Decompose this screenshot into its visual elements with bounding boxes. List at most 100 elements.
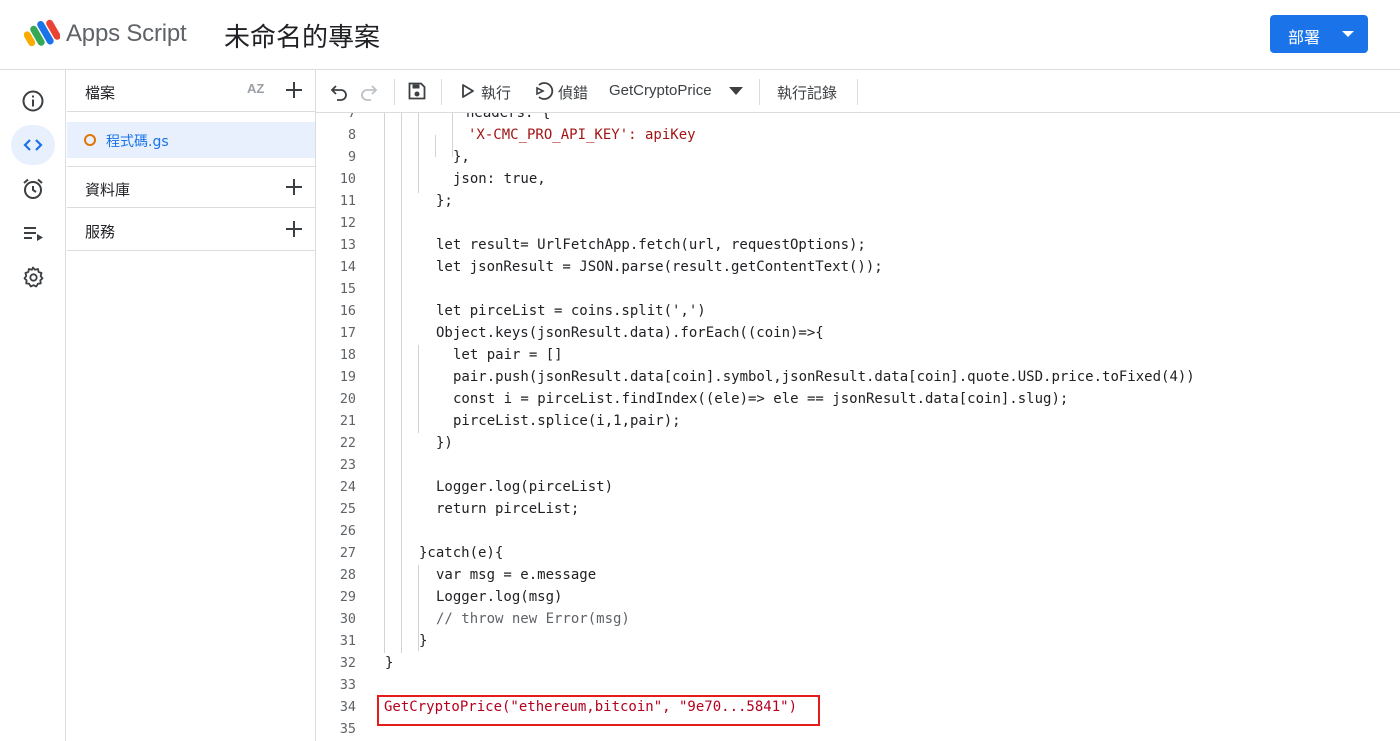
line-number: 29	[339, 590, 356, 605]
alarm-icon	[23, 178, 43, 199]
run-play-icon[interactable]	[460, 80, 476, 102]
debug-icon[interactable]	[534, 80, 556, 102]
line-number: 20	[339, 392, 356, 407]
code-text: let jsonResult = JSON.parse(result.getCo…	[436, 259, 883, 275]
line-number: 31	[339, 634, 356, 649]
save-icon[interactable]	[406, 80, 428, 102]
libraries-section-header[interactable]: 資料庫	[67, 166, 315, 208]
code-text: };	[436, 193, 453, 209]
libraries-title: 資料庫	[85, 181, 131, 199]
line-number: 19	[339, 370, 356, 385]
toolbar-divider	[759, 79, 760, 105]
code-line: 16 let pirceList = coins.split(',')	[316, 301, 1400, 323]
line-number: 35	[339, 722, 356, 737]
code-text: }catch(e){	[419, 545, 504, 561]
code-text: }	[385, 655, 394, 671]
sort-az-icon[interactable]: AZ	[247, 81, 269, 103]
code-line: 9 },	[316, 147, 1400, 169]
line-number: 32	[339, 656, 356, 671]
code-line: 32 }	[316, 653, 1400, 675]
code-text: headers: {	[466, 113, 551, 121]
code-text: pair.push(jsonResult.data[coin].symbol,j…	[453, 369, 1195, 385]
code-text: Object.keys(jsonResult.data).forEach((co…	[436, 325, 824, 341]
file-modified-dot-icon	[84, 134, 96, 146]
code-text: // throw new Error(msg)	[436, 611, 630, 627]
run-button[interactable]: 執行	[481, 82, 511, 103]
code-text: return pirceList;	[436, 501, 580, 517]
code-text: },	[453, 149, 470, 165]
code-line: 30 // throw new Error(msg)	[316, 609, 1400, 631]
files-panel: 檔案 AZ 程式碼.gs 資料庫 服務	[67, 70, 316, 741]
line-number: 10	[339, 172, 356, 187]
project-title[interactable]: 未命名的專案	[224, 17, 380, 54]
file-name: 程式碼.gs	[106, 134, 169, 150]
debug-button[interactable]: 偵錯	[558, 82, 588, 103]
line-number: 30	[339, 612, 356, 627]
deploy-button[interactable]: 部署	[1270, 15, 1368, 53]
add-library-plus-icon[interactable]	[283, 176, 305, 198]
redo-icon[interactable]	[358, 80, 380, 102]
services-section-header[interactable]: 服務	[67, 209, 315, 251]
executions-icon	[24, 227, 43, 241]
code-line: 23	[316, 455, 1400, 477]
code-editor[interactable]: 7 headers: { 8 'X-CMC_PRO_API_KEY': apiK…	[316, 113, 1400, 741]
code-text: })	[436, 435, 453, 451]
code-line: 24 Logger.log(pirceList)	[316, 477, 1400, 499]
code-line: 28 var msg = e.message	[316, 565, 1400, 587]
app-name[interactable]: Apps Script	[66, 20, 187, 48]
line-number: 26	[339, 524, 356, 539]
caret-down-icon[interactable]	[1336, 26, 1360, 42]
code-text: }	[419, 633, 428, 649]
line-number: 8	[347, 128, 356, 143]
code-line: 15	[316, 279, 1400, 301]
code-text: Logger.log(pirceList)	[436, 479, 614, 495]
rail-item-overview[interactable]	[11, 81, 55, 121]
code-line: 25 return pirceList;	[316, 499, 1400, 521]
gear-icon	[23, 266, 44, 288]
deploy-button-label: 部署	[1288, 28, 1321, 47]
code-text: pirceList.splice(i,1,pair);	[453, 413, 681, 429]
add-file-plus-icon[interactable]	[283, 79, 305, 101]
code-line: 19 pair.push(jsonResult.data[coin].symbo…	[316, 367, 1400, 389]
highlight-annotation-box	[377, 695, 820, 726]
undo-icon[interactable]	[328, 80, 350, 102]
line-number: 17	[339, 326, 356, 341]
line-number: 7	[347, 113, 356, 121]
line-number: 12	[339, 216, 356, 231]
code-line: 7 headers: {	[316, 113, 1400, 125]
code-line: 27 }catch(e){	[316, 543, 1400, 565]
files-section-header: 檔案 AZ	[67, 70, 315, 112]
file-item-code-gs[interactable]: 程式碼.gs	[67, 122, 315, 158]
code-line: 26	[316, 521, 1400, 543]
code-text: var msg = e.message	[436, 567, 597, 583]
line-number: 21	[339, 414, 356, 429]
toolbar-divider	[394, 79, 395, 105]
line-number: 22	[339, 436, 356, 451]
line-number: 28	[339, 568, 356, 583]
execution-log-button[interactable]: 執行記錄	[777, 82, 837, 103]
apps-script-logo[interactable]	[24, 17, 60, 49]
line-number: 18	[339, 348, 356, 363]
code-line: 21 pirceList.splice(i,1,pair);	[316, 411, 1400, 433]
code-line: 10 json: true,	[316, 169, 1400, 191]
line-number: 27	[339, 546, 356, 561]
rail-item-editor[interactable]	[11, 125, 55, 165]
toolbar-divider	[441, 79, 442, 105]
rail-item-triggers[interactable]	[11, 169, 55, 209]
code-text: let pair = []	[453, 347, 563, 363]
line-number: 23	[339, 458, 356, 473]
rail-item-executions[interactable]	[11, 213, 55, 253]
rail-item-settings[interactable]	[11, 257, 55, 297]
add-service-plus-icon[interactable]	[283, 218, 305, 240]
nav-rail	[0, 70, 66, 741]
caret-down-icon[interactable]	[729, 87, 743, 95]
code-text: const i = pirceList.findIndex((ele)=> el…	[453, 391, 1069, 407]
services-title: 服務	[85, 223, 116, 241]
toolbar-divider	[857, 79, 858, 105]
function-select[interactable]: GetCryptoPrice	[609, 82, 712, 99]
code-text: json: true,	[453, 171, 546, 187]
code-text: Logger.log(msg)	[436, 589, 563, 605]
line-number: 13	[339, 238, 356, 253]
code-line: 20 const i = pirceList.findIndex((ele)=>…	[316, 389, 1400, 411]
code-line: 29 Logger.log(msg)	[316, 587, 1400, 609]
